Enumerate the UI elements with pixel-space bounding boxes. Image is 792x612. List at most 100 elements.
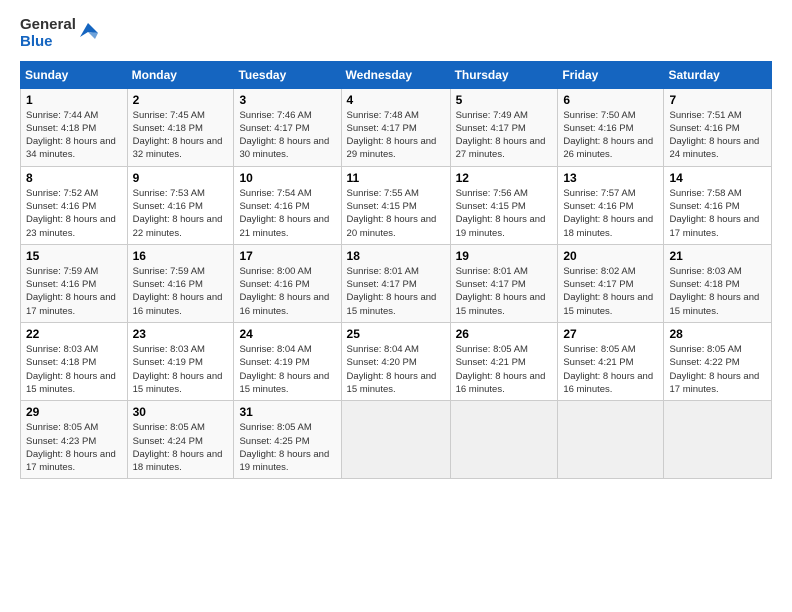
calendar-cell: 26 Sunrise: 8:05 AM Sunset: 4:21 PM Dayl… [450,323,558,401]
calendar-cell [558,401,664,479]
col-saturday: Saturday [664,61,772,88]
sunrise-label: Sunrise: 8:01 AM [347,266,419,277]
calendar-week-row: 15 Sunrise: 7:59 AM Sunset: 4:16 PM Dayl… [21,244,772,322]
day-number: 9 [133,171,229,185]
daylight-label: Daylight: 8 hours and 16 minutes. [239,292,329,316]
day-detail: Sunrise: 7:52 AM Sunset: 4:16 PM Dayligh… [26,187,122,240]
sunset-label: Sunset: 4:19 PM [133,357,203,368]
calendar-cell: 6 Sunrise: 7:50 AM Sunset: 4:16 PM Dayli… [558,88,664,166]
sunrise-label: Sunrise: 8:03 AM [26,344,98,355]
sunrise-label: Sunrise: 7:59 AM [26,266,98,277]
sunset-label: Sunset: 4:17 PM [239,123,309,134]
calendar-table: Sunday Monday Tuesday Wednesday Thursday… [20,61,772,480]
sunset-label: Sunset: 4:16 PM [239,279,309,290]
day-detail: Sunrise: 8:02 AM Sunset: 4:17 PM Dayligh… [563,265,658,318]
sunrise-label: Sunrise: 8:04 AM [347,344,419,355]
sunrise-label: Sunrise: 7:49 AM [456,110,528,121]
col-thursday: Thursday [450,61,558,88]
daylight-label: Daylight: 8 hours and 19 minutes. [239,449,329,473]
calendar-cell: 4 Sunrise: 7:48 AM Sunset: 4:17 PM Dayli… [341,88,450,166]
sunset-label: Sunset: 4:18 PM [669,279,739,290]
daylight-label: Daylight: 8 hours and 27 minutes. [456,136,546,160]
daylight-label: Daylight: 8 hours and 23 minutes. [26,214,116,238]
daylight-label: Daylight: 8 hours and 22 minutes. [133,214,223,238]
calendar-week-row: 8 Sunrise: 7:52 AM Sunset: 4:16 PM Dayli… [21,166,772,244]
calendar-cell [450,401,558,479]
calendar-cell: 22 Sunrise: 8:03 AM Sunset: 4:18 PM Dayl… [21,323,128,401]
day-number: 20 [563,249,658,263]
calendar-cell: 30 Sunrise: 8:05 AM Sunset: 4:24 PM Dayl… [127,401,234,479]
sunset-label: Sunset: 4:17 PM [456,123,526,134]
day-detail: Sunrise: 8:05 AM Sunset: 4:21 PM Dayligh… [456,343,553,396]
daylight-label: Daylight: 8 hours and 15 minutes. [456,292,546,316]
sunrise-label: Sunrise: 8:03 AM [669,266,741,277]
day-detail: Sunrise: 7:58 AM Sunset: 4:16 PM Dayligh… [669,187,766,240]
day-number: 2 [133,93,229,107]
day-number: 6 [563,93,658,107]
sunrise-label: Sunrise: 7:50 AM [563,110,635,121]
day-number: 14 [669,171,766,185]
logo-bird-icon [78,17,100,49]
daylight-label: Daylight: 8 hours and 30 minutes. [239,136,329,160]
day-detail: Sunrise: 7:44 AM Sunset: 4:18 PM Dayligh… [26,109,122,162]
sunset-label: Sunset: 4:15 PM [347,201,417,212]
sunset-label: Sunset: 4:22 PM [669,357,739,368]
calendar-cell: 17 Sunrise: 8:00 AM Sunset: 4:16 PM Dayl… [234,244,341,322]
sunset-label: Sunset: 4:16 PM [26,201,96,212]
calendar-cell: 11 Sunrise: 7:55 AM Sunset: 4:15 PM Dayl… [341,166,450,244]
day-number: 30 [133,405,229,419]
day-number: 16 [133,249,229,263]
calendar-cell: 27 Sunrise: 8:05 AM Sunset: 4:21 PM Dayl… [558,323,664,401]
sunset-label: Sunset: 4:17 PM [456,279,526,290]
header-row: Sunday Monday Tuesday Wednesday Thursday… [21,61,772,88]
sunset-label: Sunset: 4:18 PM [26,123,96,134]
day-number: 12 [456,171,553,185]
calendar-cell: 24 Sunrise: 8:04 AM Sunset: 4:19 PM Dayl… [234,323,341,401]
day-number: 25 [347,327,445,341]
sunset-label: Sunset: 4:17 PM [347,123,417,134]
daylight-label: Daylight: 8 hours and 20 minutes. [347,214,437,238]
calendar-cell: 15 Sunrise: 7:59 AM Sunset: 4:16 PM Dayl… [21,244,128,322]
calendar-cell: 12 Sunrise: 7:56 AM Sunset: 4:15 PM Dayl… [450,166,558,244]
logo-general: General [20,16,76,33]
day-number: 24 [239,327,335,341]
sunrise-label: Sunrise: 8:03 AM [133,344,205,355]
sunset-label: Sunset: 4:16 PM [133,279,203,290]
sunset-label: Sunset: 4:19 PM [239,357,309,368]
day-number: 15 [26,249,122,263]
sunset-label: Sunset: 4:18 PM [26,357,96,368]
day-number: 5 [456,93,553,107]
sunrise-label: Sunrise: 8:05 AM [669,344,741,355]
day-number: 10 [239,171,335,185]
calendar-cell: 3 Sunrise: 7:46 AM Sunset: 4:17 PM Dayli… [234,88,341,166]
calendar-cell: 9 Sunrise: 7:53 AM Sunset: 4:16 PM Dayli… [127,166,234,244]
sunrise-label: Sunrise: 7:52 AM [26,188,98,199]
page-container: General Blue Sunday Monday Tuesday Wedne… [0,0,792,489]
day-number: 4 [347,93,445,107]
sunrise-label: Sunrise: 7:45 AM [133,110,205,121]
daylight-label: Daylight: 8 hours and 26 minutes. [563,136,653,160]
daylight-label: Daylight: 8 hours and 16 minutes. [133,292,223,316]
daylight-label: Daylight: 8 hours and 16 minutes. [563,371,653,395]
calendar-cell: 31 Sunrise: 8:05 AM Sunset: 4:25 PM Dayl… [234,401,341,479]
day-number: 18 [347,249,445,263]
daylight-label: Daylight: 8 hours and 15 minutes. [26,371,116,395]
sunrise-label: Sunrise: 7:48 AM [347,110,419,121]
day-detail: Sunrise: 7:51 AM Sunset: 4:16 PM Dayligh… [669,109,766,162]
day-number: 7 [669,93,766,107]
calendar-cell: 18 Sunrise: 8:01 AM Sunset: 4:17 PM Dayl… [341,244,450,322]
day-number: 8 [26,171,122,185]
day-number: 23 [133,327,229,341]
col-sunday: Sunday [21,61,128,88]
day-detail: Sunrise: 7:57 AM Sunset: 4:16 PM Dayligh… [563,187,658,240]
calendar-cell: 5 Sunrise: 7:49 AM Sunset: 4:17 PM Dayli… [450,88,558,166]
daylight-label: Daylight: 8 hours and 19 minutes. [456,214,546,238]
sunrise-label: Sunrise: 8:05 AM [456,344,528,355]
day-detail: Sunrise: 8:05 AM Sunset: 4:23 PM Dayligh… [26,421,122,474]
sunset-label: Sunset: 4:17 PM [563,279,633,290]
day-number: 27 [563,327,658,341]
sunrise-label: Sunrise: 8:05 AM [26,422,98,433]
sunset-label: Sunset: 4:25 PM [239,436,309,447]
day-detail: Sunrise: 8:04 AM Sunset: 4:19 PM Dayligh… [239,343,335,396]
day-detail: Sunrise: 7:59 AM Sunset: 4:16 PM Dayligh… [26,265,122,318]
